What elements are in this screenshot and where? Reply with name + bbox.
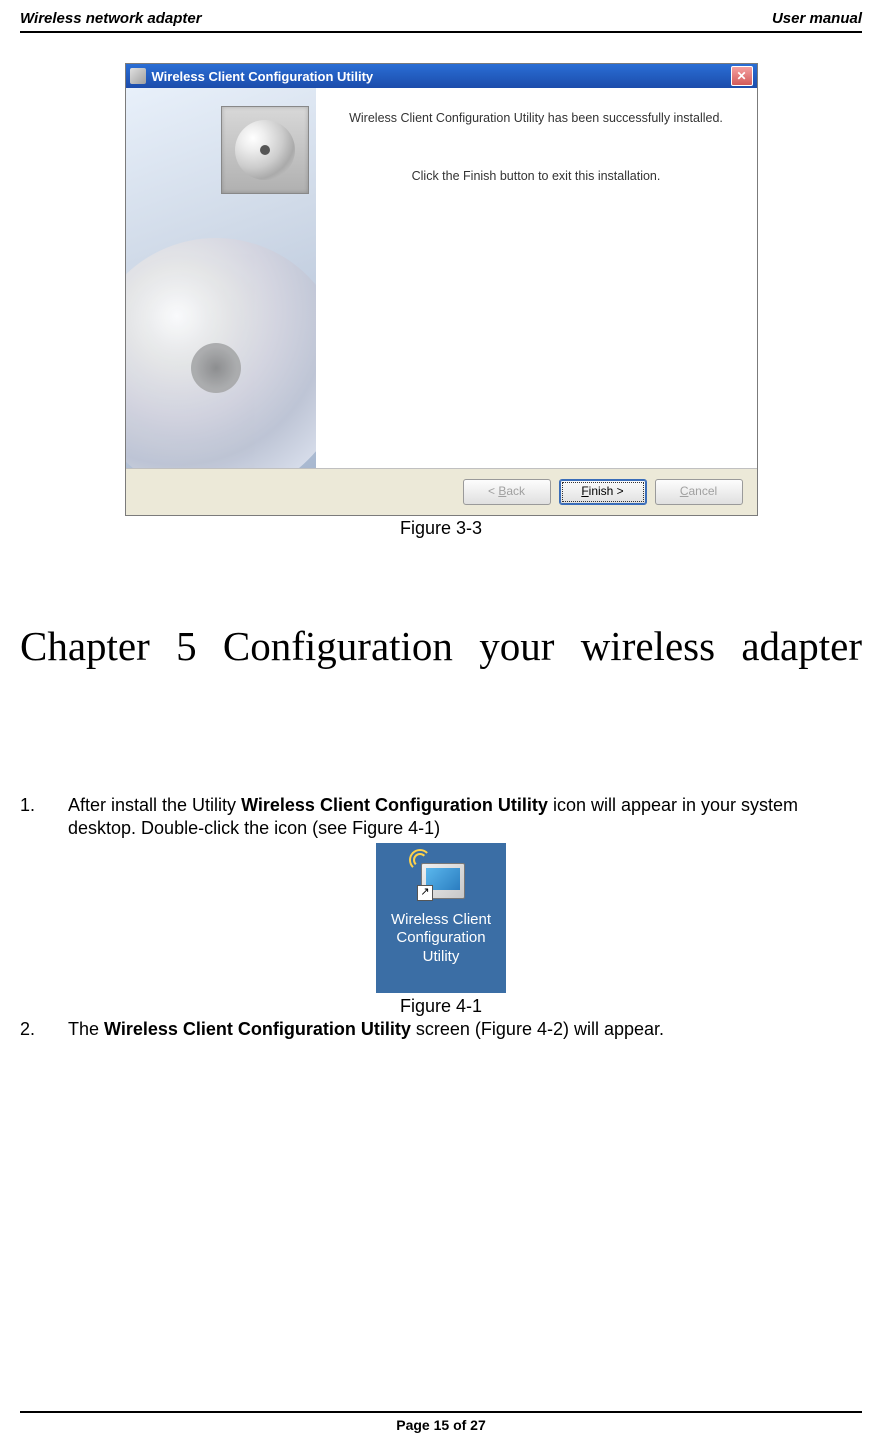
shortcut-arrow-icon: ↗ xyxy=(417,885,433,901)
installer-dialog: Wireless Client Configuration Utility ✕ … xyxy=(125,63,758,516)
steps-list: 1. After install the Utility Wireless Cl… xyxy=(20,794,862,1042)
figure-3-3: Wireless Client Configuration Utility ✕ … xyxy=(20,63,862,539)
list-text: After install the Utility Wireless Clien… xyxy=(68,794,862,841)
list-item: 2. The Wireless Client Configuration Uti… xyxy=(20,1018,862,1041)
figure-3-3-caption: Figure 3-3 xyxy=(20,518,862,539)
list-item: 1. After install the Utility Wireless Cl… xyxy=(20,794,862,841)
dialog-title-text: Wireless Client Configuration Utility xyxy=(152,69,374,84)
back-button[interactable]: < Back xyxy=(463,479,551,505)
figure-4-1-caption: Figure 4-1 xyxy=(20,995,862,1018)
utility-icon: ↗ xyxy=(409,849,473,905)
dialog-titlebar: Wireless Client Configuration Utility ✕ xyxy=(126,64,757,88)
chapter-title: Chapter 5 Configuration your wireless ad… xyxy=(20,589,862,704)
cd-large-icon xyxy=(126,238,316,468)
cancel-button[interactable]: Cancel xyxy=(655,479,743,505)
dialog-content: Wireless Client Configuration Utility ha… xyxy=(316,88,757,468)
dialog-footer: < Back Finish > Cancel xyxy=(126,468,757,515)
close-icon[interactable]: ✕ xyxy=(731,66,753,86)
desktop-shortcut-icon[interactable]: ↗ Wireless Client Configuration Utility xyxy=(376,843,506,993)
page-header: Wireless network adapter User manual xyxy=(20,0,862,33)
header-left: Wireless network adapter xyxy=(20,10,202,27)
header-right: User manual xyxy=(772,10,862,27)
cd-inset-icon xyxy=(221,106,309,194)
list-number: 2. xyxy=(20,1018,40,1041)
dialog-sidebar-art xyxy=(126,88,316,468)
figure-4-1: ↗ Wireless Client Configuration Utility xyxy=(376,843,506,993)
page-footer: Page 15 of 27 xyxy=(20,1411,862,1433)
list-text: The Wireless Client Configuration Utilit… xyxy=(68,1018,862,1041)
dialog-text-1: Wireless Client Configuration Utility ha… xyxy=(336,110,737,128)
finish-button[interactable]: Finish > xyxy=(559,479,647,505)
desktop-icon-label: Wireless Client Configuration Utility xyxy=(376,911,506,967)
dialog-text-2: Click the Finish button to exit this ins… xyxy=(336,168,737,186)
list-number: 1. xyxy=(20,794,40,841)
app-icon xyxy=(130,68,146,84)
page-number: Page 15 of 27 xyxy=(20,1417,862,1433)
